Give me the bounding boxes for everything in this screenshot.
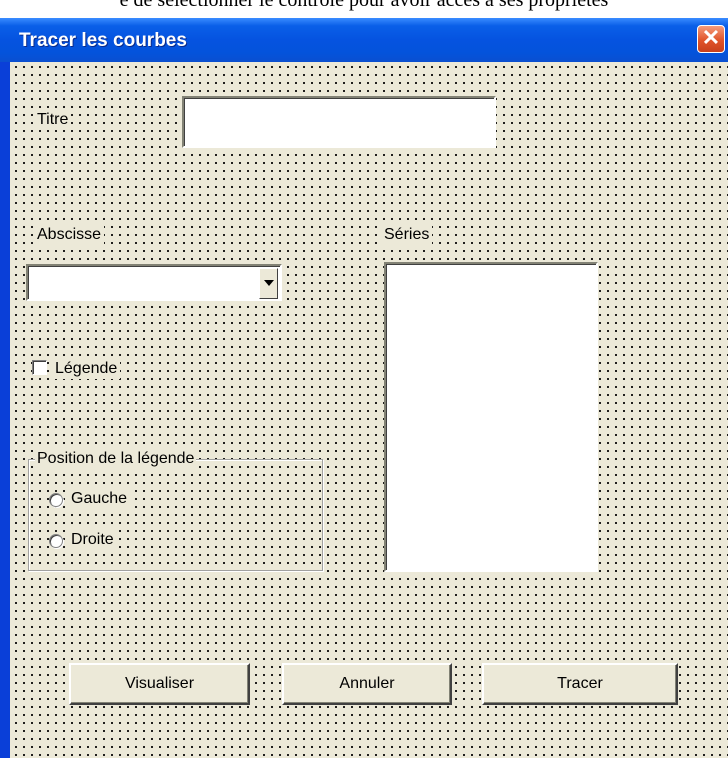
series-label: Séries bbox=[381, 225, 433, 245]
userform-design-surface: Titre Abscisse Séries Légende Position d… bbox=[10, 62, 728, 758]
title-bar[interactable]: Tracer les courbes ✕ bbox=[0, 18, 728, 62]
chevron-down-icon[interactable] bbox=[259, 268, 278, 299]
visualiser-button[interactable]: Visualiser bbox=[69, 663, 250, 705]
tracer-button[interactable]: Tracer bbox=[482, 663, 678, 705]
titre-label: Titre bbox=[34, 110, 72, 130]
legende-checkbox[interactable] bbox=[32, 360, 47, 375]
series-listbox[interactable] bbox=[384, 262, 598, 572]
radio-gauche-label: Gauche bbox=[68, 489, 131, 509]
dialog-window: Tracer les courbes ✕ Titre Abscisse Séri… bbox=[0, 18, 728, 758]
abscisse-label: Abscisse bbox=[34, 225, 105, 245]
radio-droite-label: Droite bbox=[68, 530, 117, 550]
window-title: Tracer les courbes bbox=[19, 30, 187, 51]
annuler-button[interactable]: Annuler bbox=[282, 663, 452, 705]
legende-label: Légende bbox=[52, 359, 121, 379]
abscisse-combobox[interactable] bbox=[26, 264, 282, 301]
position-legende-frame-label: Position de la légende bbox=[35, 449, 197, 469]
radio-droite[interactable] bbox=[49, 534, 63, 548]
background-caption-text: e de sélectionner le contrôle pour avoir… bbox=[119, 0, 609, 11]
radio-gauche[interactable] bbox=[49, 493, 63, 507]
close-button[interactable]: ✕ bbox=[697, 25, 725, 53]
titre-input[interactable] bbox=[182, 96, 496, 148]
position-legende-frame bbox=[28, 459, 323, 571]
close-icon: ✕ bbox=[701, 25, 721, 50]
